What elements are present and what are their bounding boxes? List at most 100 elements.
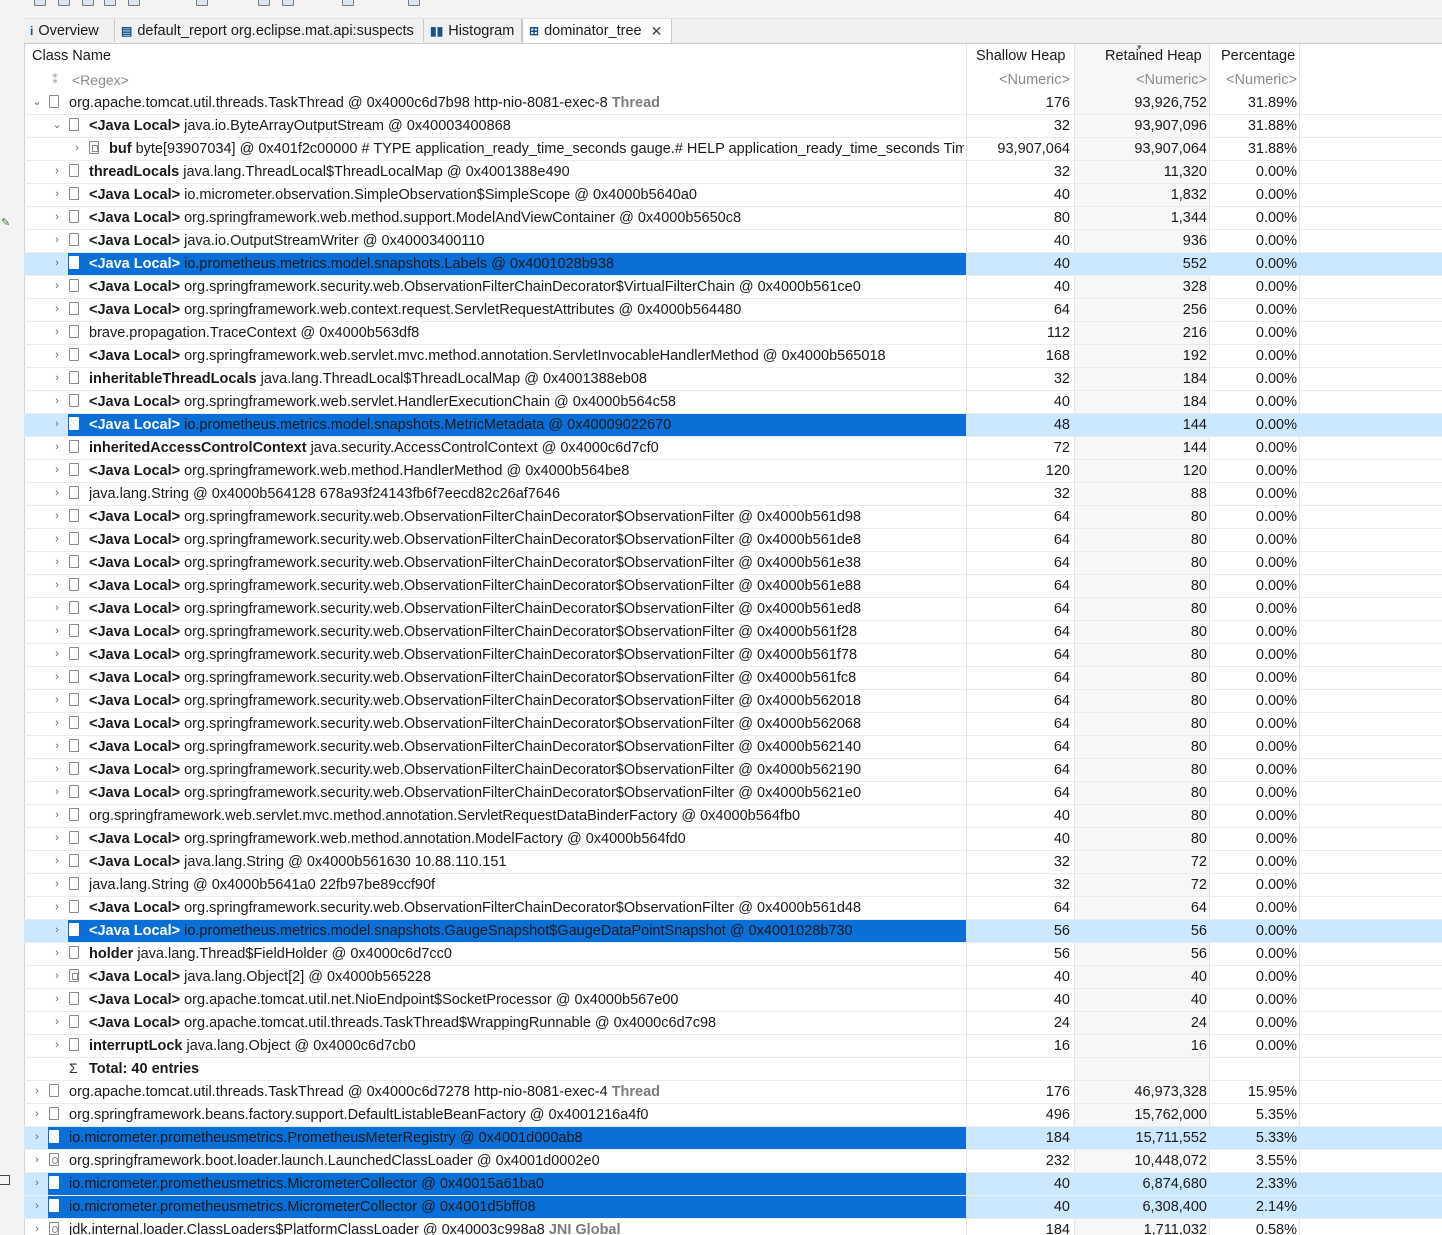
expand-toggle-icon[interactable]: › bbox=[52, 556, 62, 568]
toolbar-icon[interactable] bbox=[282, 0, 294, 6]
table-row[interactable]: › <Java Local> io.prometheus.metrics.mode… bbox=[24, 920, 1442, 943]
expand-toggle-icon[interactable]: › bbox=[52, 832, 62, 844]
expand-toggle-icon[interactable]: › bbox=[32, 1154, 42, 1166]
toolbar-icon[interactable] bbox=[82, 0, 94, 6]
expand-toggle-icon[interactable]: › bbox=[32, 1108, 42, 1120]
expand-toggle-icon[interactable]: › bbox=[52, 349, 62, 361]
expand-toggle-icon[interactable]: › bbox=[52, 1039, 62, 1051]
expand-toggle-icon[interactable]: › bbox=[52, 947, 62, 959]
table-row[interactable]: › <Java Local> java.lang.Object[2] @ 0x40… bbox=[24, 966, 1442, 989]
class-name-filter[interactable]: <Regex> bbox=[72, 72, 129, 88]
table-row[interactable]: › holder java.lang.Thread$FieldHolder @ 0… bbox=[24, 943, 1442, 966]
toolbar-icon[interactable] bbox=[196, 0, 208, 6]
table-row[interactable]: › org.apache.tomcat.util.threads.TaskThre… bbox=[24, 1081, 1442, 1104]
table-row[interactable]: › <Java Local> org.apache.tomcat.util.net… bbox=[24, 989, 1442, 1012]
table-row[interactable]: › <Java Local> org.springframework.securi… bbox=[24, 667, 1442, 690]
expand-toggle-icon[interactable]: › bbox=[52, 303, 62, 315]
table-row[interactable]: › java.lang.String @ 0x4000b564128 678a93… bbox=[24, 483, 1442, 506]
table-row[interactable]: › <Java Local> io.micrometer.observation.… bbox=[24, 184, 1442, 207]
expand-toggle-icon[interactable]: › bbox=[52, 878, 62, 890]
table-row[interactable]: › <Java Local> org.springframework.web.se… bbox=[24, 345, 1442, 368]
table-row[interactable]: › <Java Local> org.springframework.securi… bbox=[24, 897, 1442, 920]
table-row[interactable]: › <Java Local> org.springframework.securi… bbox=[24, 552, 1442, 575]
expand-toggle-icon[interactable]: › bbox=[52, 763, 62, 775]
expand-toggle-icon[interactable]: › bbox=[32, 1085, 42, 1097]
table-row[interactable]: › io.micrometer.prometheusmetrics.Prometh… bbox=[24, 1127, 1442, 1150]
table-row[interactable]: › <Java Local> java.io.OutputStreamWriter… bbox=[24, 230, 1442, 253]
expand-toggle-icon[interactable]: › bbox=[52, 326, 62, 338]
expand-toggle-icon[interactable]: › bbox=[32, 1223, 42, 1235]
table-row[interactable]: ⌄ org.apache.tomcat.util.threads.TaskThre… bbox=[24, 92, 1442, 115]
table-row[interactable]: › <Java Local> org.springframework.securi… bbox=[24, 621, 1442, 644]
expand-toggle-icon[interactable]: › bbox=[32, 1177, 42, 1189]
table-row[interactable]: ⌄ <Java Local> java.io.ByteArrayOutputStr… bbox=[24, 115, 1442, 138]
table-row[interactable]: › <Java Local> org.springframework.securi… bbox=[24, 575, 1442, 598]
tab-dominator-tree[interactable]: ⊞ dominator_tree ✕ bbox=[522, 19, 672, 43]
table-row[interactable]: › <Java Local> org.springframework.web.se… bbox=[24, 391, 1442, 414]
expand-toggle-icon[interactable]: › bbox=[52, 234, 62, 246]
expand-toggle-icon[interactable]: › bbox=[52, 694, 62, 706]
expand-toggle-icon[interactable]: › bbox=[52, 165, 62, 177]
table-row[interactable]: › <Java Local> org.apache.tomcat.util.thr… bbox=[24, 1012, 1442, 1035]
expand-toggle-icon[interactable]: › bbox=[52, 188, 62, 200]
table-row[interactable]: › <Java Local> org.springframework.web.co… bbox=[24, 299, 1442, 322]
table-row[interactable]: › <Java Local> org.springframework.web.me… bbox=[24, 828, 1442, 851]
expand-toggle-icon[interactable]: › bbox=[52, 717, 62, 729]
expand-toggle-icon[interactable]: › bbox=[52, 648, 62, 660]
toolbar-icon[interactable] bbox=[34, 0, 46, 6]
expand-toggle-icon[interactable]: › bbox=[52, 579, 62, 591]
tab-overview[interactable]: i Overview bbox=[24, 19, 115, 42]
toolbar-icon[interactable] bbox=[408, 0, 420, 6]
expand-toggle-icon[interactable]: › bbox=[52, 280, 62, 292]
expand-toggle-icon[interactable]: › bbox=[52, 257, 62, 269]
table-row[interactable]: › org.springframework.web.servlet.mvc.met… bbox=[24, 805, 1442, 828]
table-row[interactable]: › <Java Local> org.springframework.securi… bbox=[24, 690, 1442, 713]
tab-histogram[interactable]: ▮▮ Histogram bbox=[424, 19, 522, 42]
table-row[interactable]: › <Java Local> org.springframework.web.me… bbox=[24, 207, 1442, 230]
close-icon[interactable]: ✕ bbox=[651, 23, 663, 40]
expand-toggle-icon[interactable]: › bbox=[52, 809, 62, 821]
table-row[interactable]: › org.springframework.boot.loader.launch.… bbox=[24, 1150, 1442, 1173]
table-row[interactable]: › <Java Local> org.springframework.web.me… bbox=[24, 460, 1442, 483]
table-row[interactable]: › <Java Local> org.springframework.securi… bbox=[24, 644, 1442, 667]
table-row[interactable]: Σ Total: 40 entries bbox=[24, 1058, 1442, 1081]
expand-toggle-icon[interactable]: › bbox=[52, 602, 62, 614]
expand-toggle-icon[interactable]: › bbox=[72, 142, 82, 154]
table-row[interactable]: › <Java Local> org.springframework.securi… bbox=[24, 713, 1442, 736]
toolbar-icon[interactable] bbox=[104, 0, 116, 6]
table-row[interactable]: › <Java Local> org.springframework.securi… bbox=[24, 782, 1442, 805]
table-row[interactable]: › org.springframework.beans.factory.suppo… bbox=[24, 1104, 1442, 1127]
table-row[interactable]: › java.lang.String @ 0x4000b5641a0 22fb97… bbox=[24, 874, 1442, 897]
toolbar-icon[interactable] bbox=[258, 0, 270, 6]
table-row[interactable]: › <Java Local> org.springframework.securi… bbox=[24, 529, 1442, 552]
expand-toggle-icon[interactable]: › bbox=[52, 211, 62, 223]
shallow-filter[interactable]: <Numeric> bbox=[966, 72, 1070, 88]
expand-toggle-icon[interactable]: › bbox=[32, 1200, 42, 1212]
expand-toggle-icon[interactable]: › bbox=[52, 533, 62, 545]
table-row[interactable]: › buf byte[93907034] @ 0x401f2c00000 # TY… bbox=[24, 138, 1442, 161]
expand-toggle-icon[interactable]: › bbox=[52, 970, 62, 982]
expand-toggle-icon[interactable]: › bbox=[52, 924, 62, 936]
toolbar-icon[interactable] bbox=[128, 0, 140, 6]
percentage-filter[interactable]: <Numeric> bbox=[1211, 72, 1297, 88]
table-row[interactable]: › threadLocals java.lang.ThreadLocal$Thre… bbox=[24, 161, 1442, 184]
table-row[interactable]: › <Java Local> java.lang.String @ 0x4000b… bbox=[24, 851, 1442, 874]
retained-filter[interactable]: <Numeric> bbox=[1074, 72, 1207, 88]
collapse-toggle-icon[interactable]: ⌄ bbox=[52, 119, 62, 131]
expand-toggle-icon[interactable]: › bbox=[52, 625, 62, 637]
expand-toggle-icon[interactable]: › bbox=[52, 464, 62, 476]
table-row[interactable]: › jdk.internal.loader.ClassLoaders$Platfo… bbox=[24, 1219, 1442, 1235]
table-row[interactable]: › <Java Local> org.springframework.securi… bbox=[24, 276, 1442, 299]
expand-toggle-icon[interactable]: › bbox=[52, 395, 62, 407]
expand-toggle-icon[interactable]: › bbox=[52, 487, 62, 499]
header-retained-heap[interactable]: Retained Heap bbox=[1105, 48, 1202, 64]
table-row[interactable]: › <Java Local> io.prometheus.metrics.mode… bbox=[24, 414, 1442, 437]
tab-default-report[interactable]: ▤ default_report org.eclipse.mat.api:sus… bbox=[115, 19, 424, 42]
header-class-name[interactable]: Class Name bbox=[32, 48, 111, 64]
table-row[interactable]: › inheritedAccessControlContext java.secu… bbox=[24, 437, 1442, 460]
table-row[interactable]: › brave.propagation.TraceContext @ 0x4000… bbox=[24, 322, 1442, 345]
expand-toggle-icon[interactable]: › bbox=[52, 1016, 62, 1028]
table-row[interactable]: › inheritableThreadLocals java.lang.Threa… bbox=[24, 368, 1442, 391]
collapse-toggle-icon[interactable]: ⌄ bbox=[32, 96, 42, 108]
table-row[interactable]: › <Java Local> org.springframework.securi… bbox=[24, 598, 1442, 621]
